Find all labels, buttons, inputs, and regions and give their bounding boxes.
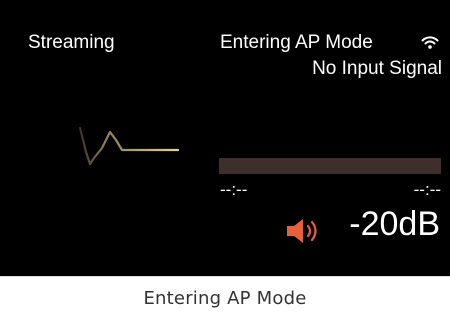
- device-screen: Streaming Entering AP Mode No Input Sign…: [0, 0, 450, 276]
- wifi-icon: [421, 36, 439, 49]
- signal-status: No Input Signal: [312, 58, 442, 79]
- remaining-time: --:--: [413, 180, 441, 199]
- source-label: Streaming: [28, 32, 115, 53]
- volume-level: -20dB: [349, 205, 440, 243]
- elapsed-time: --:--: [220, 180, 248, 199]
- volume-icon: [287, 219, 317, 243]
- caption-text: Entering AP Mode: [143, 288, 307, 309]
- caption-bar: Entering AP Mode: [0, 276, 450, 320]
- playback-progress-bar: [219, 158, 441, 174]
- waveform-icon: [78, 126, 180, 166]
- status-text: Entering AP Mode: [220, 32, 373, 53]
